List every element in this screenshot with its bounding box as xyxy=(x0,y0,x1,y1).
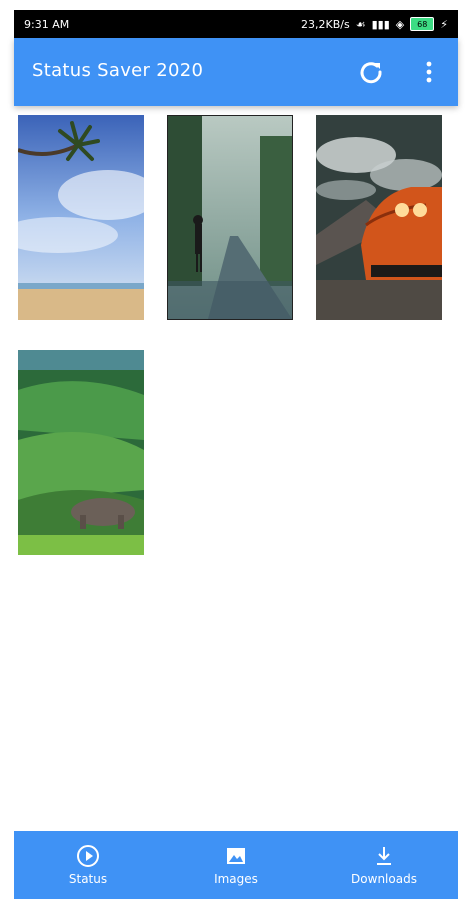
status-time: 9:31 AM xyxy=(24,17,70,31)
nav-images[interactable]: Images xyxy=(176,835,296,895)
app-bar: Status Saver 2020 xyxy=(14,38,458,106)
refresh-button[interactable] xyxy=(357,58,385,86)
status-thumbnail-hills[interactable] xyxy=(18,350,144,555)
status-thumbnail-forest[interactable] xyxy=(167,115,293,320)
play-circle-icon xyxy=(77,845,99,867)
more-vert-icon xyxy=(426,61,432,83)
nav-status-label: Status xyxy=(68,872,108,886)
status-thumbnail-beach[interactable] xyxy=(18,115,144,320)
nav-downloads[interactable]: Downloads xyxy=(324,835,444,895)
forest-road-image xyxy=(168,116,292,319)
refresh-icon xyxy=(360,62,382,84)
status-thumbnail-car[interactable] xyxy=(316,115,442,320)
wifi-icon: ◈ xyxy=(395,17,405,31)
orange-car-image xyxy=(316,115,442,320)
bottom-navigation: Status Images Downloads xyxy=(14,831,458,899)
headset-icon: ☙ xyxy=(355,17,366,31)
nav-status[interactable]: Status xyxy=(28,835,148,895)
download-icon xyxy=(377,847,391,865)
app-title: Status Saver 2020 xyxy=(32,60,204,81)
green-hills-image xyxy=(18,350,144,555)
status-bar: 9:31 AM 23,2KB/s ☙ ▮▮▮ ◈ 68 ⚡ xyxy=(14,10,458,38)
overflow-menu-button[interactable] xyxy=(422,58,436,86)
charging-icon: ⚡ xyxy=(440,17,448,31)
beach-palm-image xyxy=(18,115,144,320)
phone-screen: 9:31 AM 23,2KB/s ☙ ▮▮▮ ◈ 68 ⚡ Status Sav… xyxy=(14,10,458,899)
image-icon xyxy=(227,848,245,864)
nav-downloads-label: Downloads xyxy=(351,872,417,886)
network-speed: 23,2KB/s xyxy=(301,17,350,31)
battery-level: 68 xyxy=(417,19,428,29)
nav-images-label: Images xyxy=(214,872,258,886)
battery-icon: 68 xyxy=(410,17,435,31)
status-right: 23,2KB/s ☙ ▮▮▮ ◈ 68 ⚡ xyxy=(301,17,448,31)
signal-icon: ▮▮▮ xyxy=(371,17,390,31)
